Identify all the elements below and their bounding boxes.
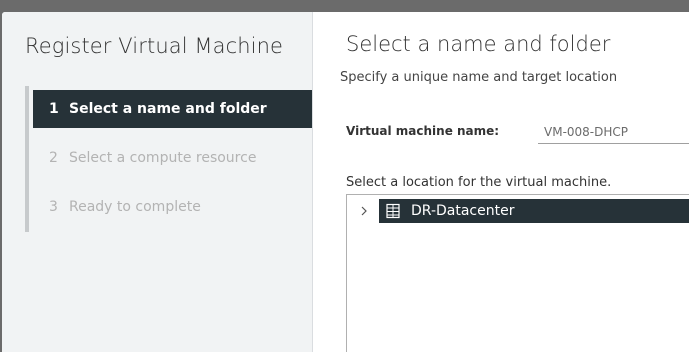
tree-row: DR-Datacenter [347,199,689,223]
register-vm-dialog: Register Virtual Machine 1 Select a name… [2,12,689,352]
step-number: 3 [49,199,58,215]
step-ready-to-complete[interactable]: 3 Ready to complete [33,188,312,226]
steps-rail [25,86,29,232]
step-select-compute-resource[interactable]: 2 Select a compute resource [33,139,312,177]
location-tree[interactable]: DR-Datacenter [346,194,689,352]
location-label: Select a location for the virtual machin… [346,175,612,190]
wizard-sidebar: Register Virtual Machine 1 Select a name… [2,12,313,352]
vm-name-label: Virtual machine name: [346,124,500,138]
chevron-right-icon[interactable] [357,204,371,218]
tree-node-label: DR-Datacenter [411,203,515,219]
vm-name-input[interactable] [538,120,689,144]
step-number: 1 [49,101,59,117]
page-subtitle: Specify a unique name and target locatio… [340,70,618,85]
step-label: Select a name and folder [69,101,267,117]
step-content: Select a name and folder Specify a uniqu… [313,12,689,352]
tree-node-dr-datacenter[interactable]: DR-Datacenter [379,199,689,223]
step-label: Ready to complete [69,199,201,215]
wizard-title: Register Virtual Machine [25,34,284,58]
step-label: Select a compute resource [69,150,257,166]
step-number: 2 [49,150,58,166]
datacenter-icon [385,203,401,219]
page-title: Select a name and folder [346,32,611,56]
step-select-name-folder[interactable]: 1 Select a name and folder [33,90,312,128]
